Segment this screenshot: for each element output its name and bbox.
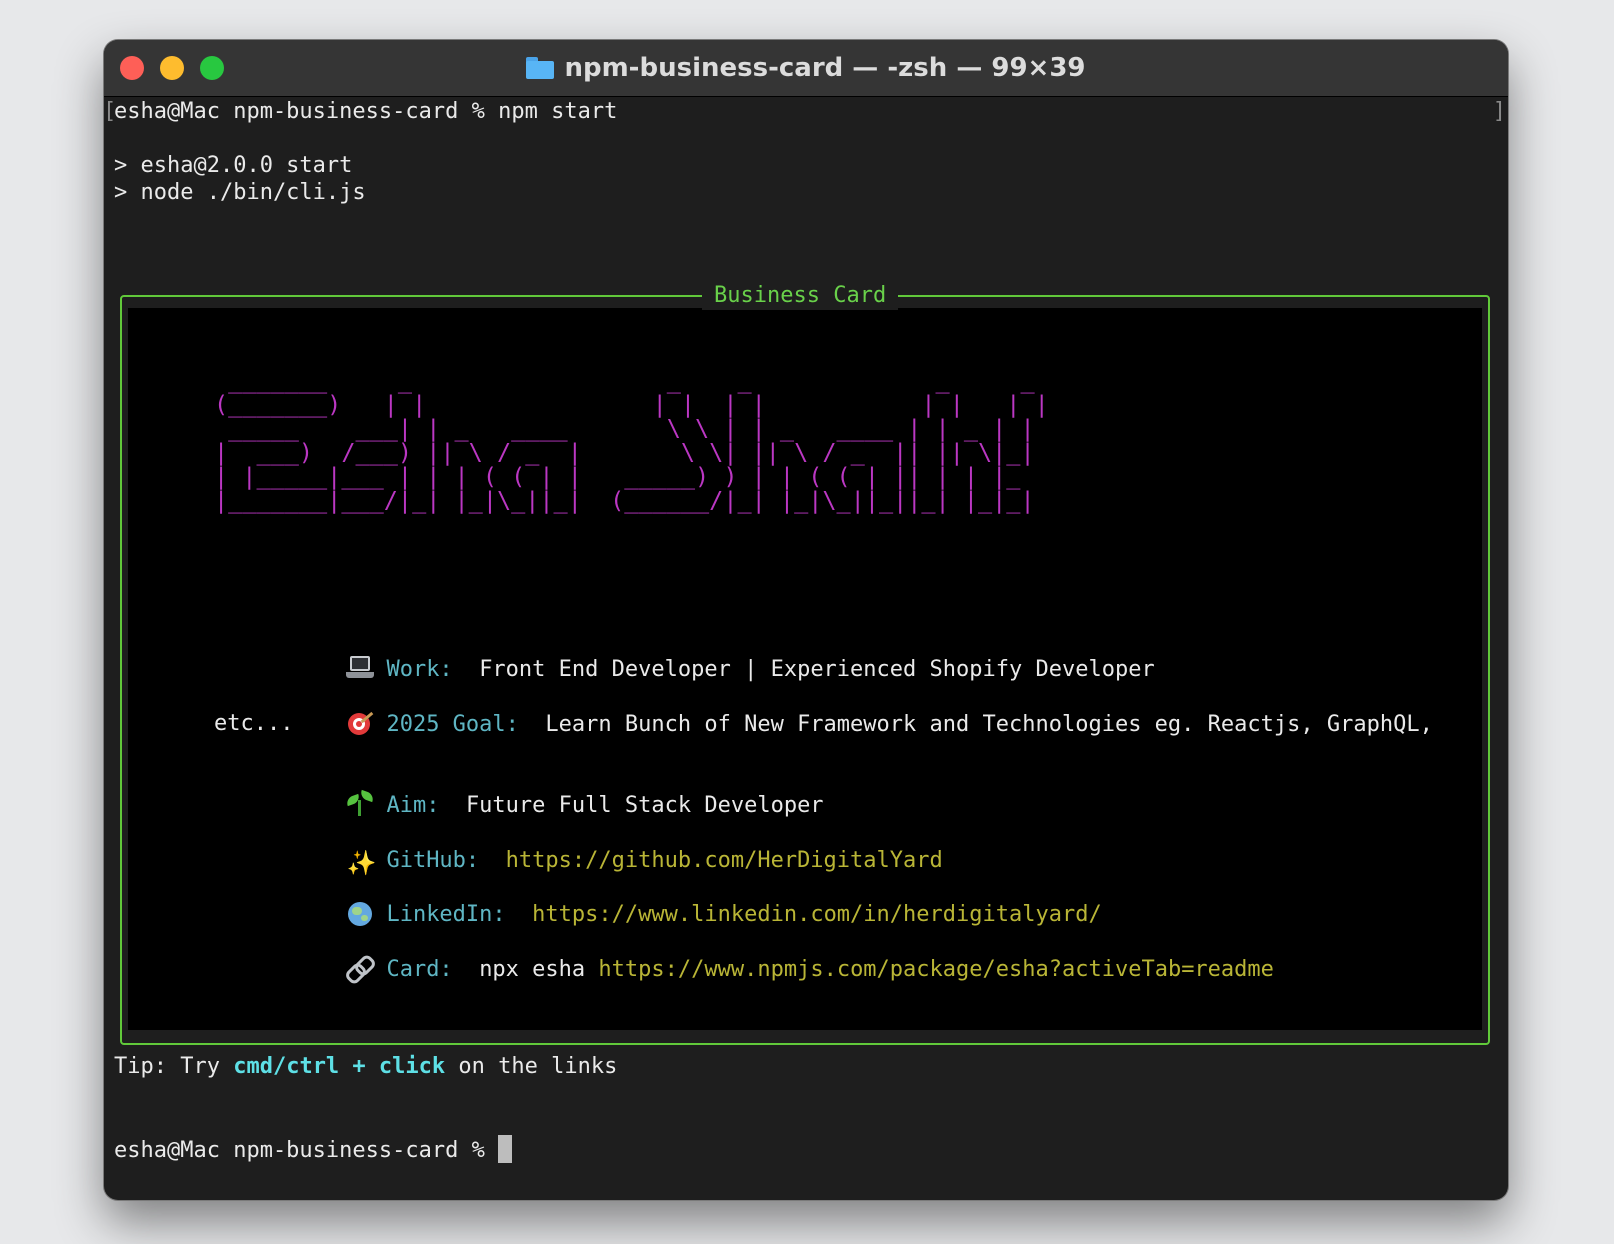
mark-bracket-right: ] xyxy=(1492,99,1506,124)
terminal-output[interactable]: [ ] esha@Mac npm-business-card % npm sta… xyxy=(104,97,1508,1200)
aim-value: Future Full Stack Developer xyxy=(465,793,824,818)
tip-suffix: on the links xyxy=(458,1054,618,1079)
card-row: Card: npx esha https://www.npmjs.com/pac… xyxy=(214,928,1274,1012)
goal-row: 2025 Goal: Learn Bunch of New Framework … xyxy=(214,683,1433,767)
tip-prefix: Tip: Try xyxy=(114,1054,220,1079)
goal-label: 2025 Goal: xyxy=(386,712,519,737)
script-line: > node ./bin/cli.js xyxy=(114,180,366,205)
linkedin-label: LinkedIn: xyxy=(386,902,506,927)
title-bar[interactable]: npm-business-card — -zsh — 99×39 xyxy=(104,40,1508,97)
command-line: esha@Mac npm-business-card % npm start xyxy=(114,99,618,124)
work-label: Work: xyxy=(386,657,453,682)
goal-continuation: etc... xyxy=(214,711,294,736)
work-value: Front End Developer | Experienced Shopif… xyxy=(479,657,1155,682)
card-label-text: Card: xyxy=(386,957,453,982)
business-card: _______ _ _ _ _ _ (_______) | | | | | | … xyxy=(120,282,1490,1045)
linkedin-link[interactable]: https://www.linkedin.com/in/herdigitalya… xyxy=(532,902,1102,927)
github-label: GitHub: xyxy=(386,848,480,873)
tip-emphasis: cmd/ctrl + click xyxy=(233,1054,446,1079)
tip-line: Tip: Try cmd/ctrl + click on the links xyxy=(114,1053,617,1081)
goal-value: Learn Bunch of New Framework and Technol… xyxy=(545,712,1433,737)
sparkles-icon: ✨ xyxy=(346,849,377,877)
seedling-icon xyxy=(345,789,376,816)
window-title-text: npm-business-card — -zsh — 99×39 xyxy=(564,53,1086,83)
card-body: _______ _ _ _ _ _ (_______) | | | | | | … xyxy=(128,308,1482,1030)
text-cursor xyxy=(498,1135,513,1163)
name-ascii-art: _______ _ _ _ _ _ (_______) | | | | | | … xyxy=(214,366,1049,514)
card-title: Business Card xyxy=(702,282,899,310)
prompt-line[interactable]: esha@Mac npm-business-card % xyxy=(114,1135,513,1165)
npx-command: npx esha xyxy=(479,957,586,982)
terminal-window: npm-business-card — -zsh — 99×39 [ ] esh… xyxy=(104,40,1508,1200)
laptop-icon xyxy=(346,656,375,680)
shell-prompt: esha@Mac npm-business-card % xyxy=(114,1138,485,1163)
target-icon xyxy=(346,711,374,735)
npm-link[interactable]: https://www.npmjs.com/package/esha?activ… xyxy=(598,957,1274,982)
link-icon xyxy=(344,953,378,986)
script-line: > esha@2.0.0 start xyxy=(114,153,353,178)
globe-icon xyxy=(346,901,374,926)
aim-label: Aim: xyxy=(386,793,440,818)
github-link[interactable]: https://github.com/HerDigitalYard xyxy=(506,848,943,873)
folder-icon xyxy=(526,57,555,79)
window-title: npm-business-card — -zsh — 99×39 xyxy=(104,40,1508,96)
